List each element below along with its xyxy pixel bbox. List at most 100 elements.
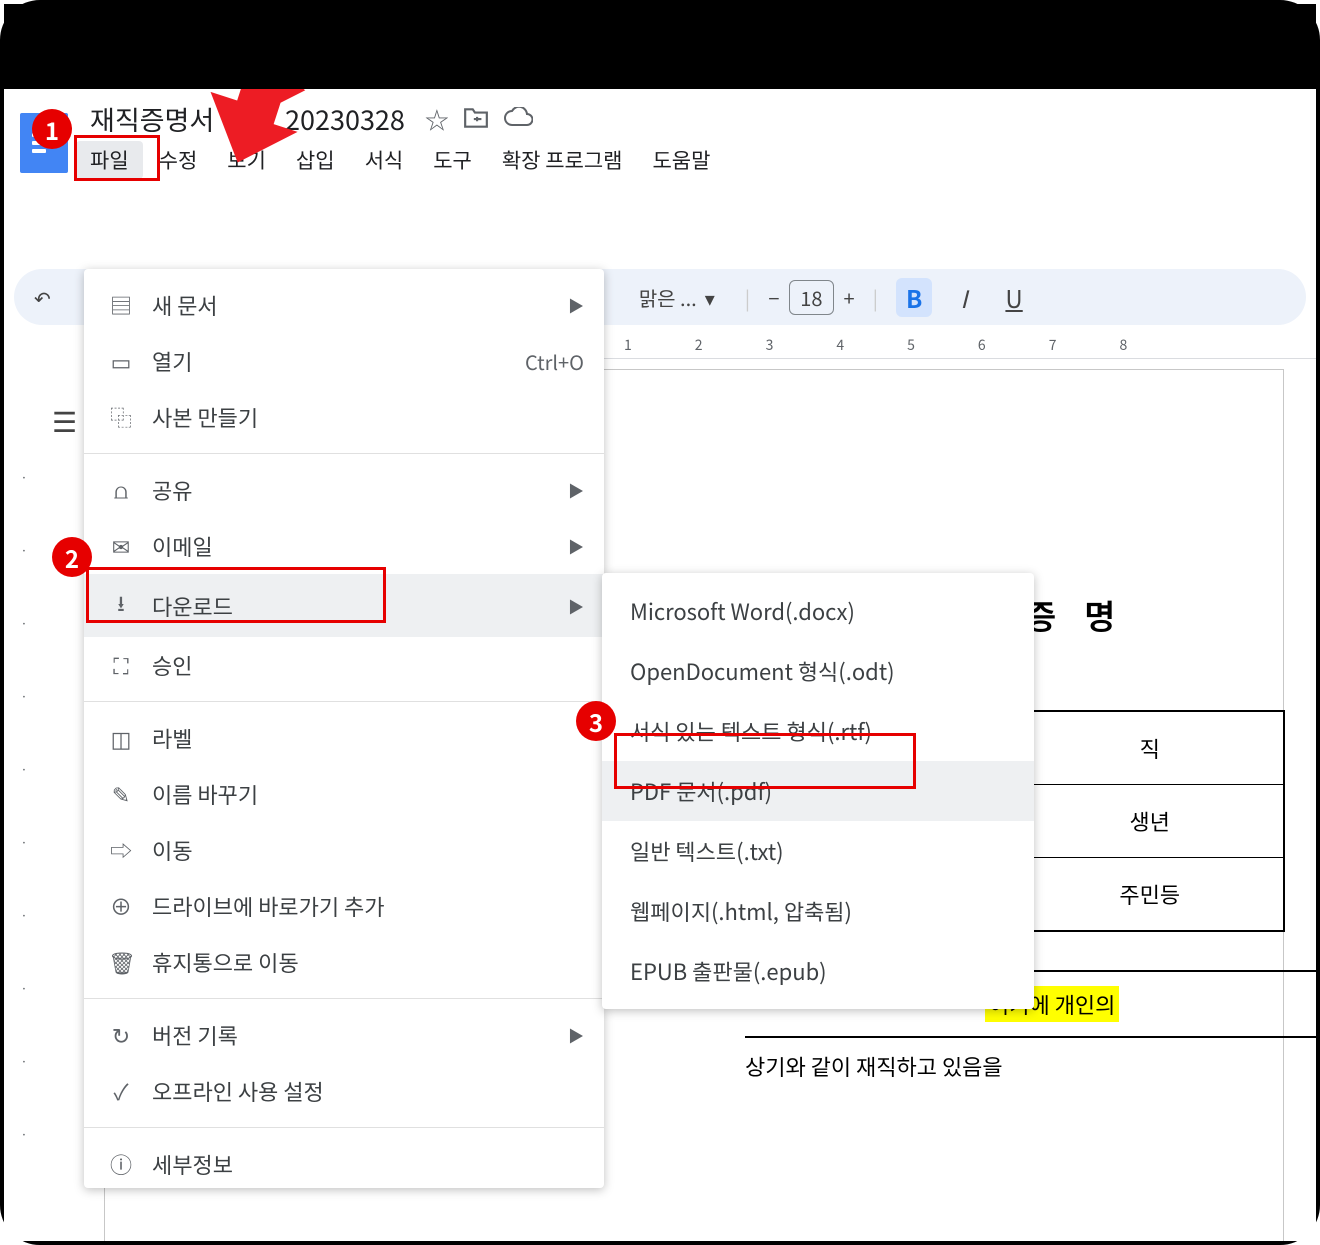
- ruler-tick: 8: [1119, 335, 1127, 355]
- ruler-tick: ·: [21, 980, 28, 997]
- menu-move[interactable]: ⇨ 이동: [84, 822, 604, 878]
- trash-icon: 🗑: [108, 946, 134, 978]
- cloud-status-icon[interactable]: [503, 101, 533, 136]
- annotation-badge-3: 3: [576, 701, 616, 741]
- ruler-tick: 4: [836, 335, 844, 355]
- ruler-tick: ·: [21, 834, 28, 851]
- menu-new-document[interactable]: ▤ 새 문서 ▶: [84, 277, 604, 333]
- font-selector[interactable]: 맑은 ... ▾: [627, 283, 727, 312]
- ruler-tick: 7: [1049, 335, 1057, 355]
- outline-toggle[interactable]: ☰: [52, 401, 77, 441]
- menu-version-history[interactable]: ↻ 버전 기록 ▶: [84, 1007, 604, 1063]
- doc-note: 상기와 같이 재직하고 있음을: [745, 1050, 1003, 1082]
- menu-label: 오프라인 사용 설정: [152, 1075, 324, 1107]
- menu-open[interactable]: ▭ 열기 Ctrl+O: [84, 333, 604, 389]
- menu-label-text: 라벨: [152, 722, 192, 754]
- menu-make-copy[interactable]: ⿻ 사본 만들기: [84, 389, 604, 445]
- ruler-tick: ·: [21, 469, 28, 486]
- chevron-right-icon: ▶: [568, 478, 584, 502]
- document-icon: ▤: [108, 289, 134, 321]
- menu-tools[interactable]: 도구: [419, 141, 486, 179]
- bold-button[interactable]: B: [896, 278, 932, 317]
- menubar: 파일 수정 보기 삽입 서식 도구 확장 프로그램 도움말: [76, 141, 724, 179]
- ruler-tick: 3: [766, 335, 774, 355]
- menu-label: 세부정보: [152, 1148, 233, 1180]
- menu-label: 승인: [152, 649, 192, 681]
- menu-format[interactable]: 서식: [351, 141, 418, 179]
- menu-label: 사본 만들기: [152, 401, 258, 433]
- underline-button[interactable]: U: [995, 278, 1032, 317]
- chevron-right-icon: ▶: [568, 1023, 584, 1047]
- menu-label[interactable]: ◫ 라벨: [84, 710, 604, 766]
- menu-label: 드라이브에 바로가기 추가: [152, 890, 385, 922]
- italic-button[interactable]: I: [950, 278, 977, 317]
- annotation-arrow: [184, 89, 324, 173]
- menu-offline[interactable]: ✓ 오프라인 사용 설정: [84, 1063, 604, 1119]
- vertical-ruler[interactable]: · · · · · · · · · ·: [14, 369, 34, 1241]
- dropdown-caret-icon: ▾: [705, 283, 715, 312]
- doc-heading: 증 명: [1025, 590, 1125, 639]
- info-icon: ⓘ: [108, 1148, 134, 1180]
- menu-extensions[interactable]: 확장 프로그램: [488, 141, 637, 179]
- menu-label: 이름 바꾸기: [152, 778, 258, 810]
- move-folder-icon[interactable]: [463, 101, 489, 136]
- file-dropdown: ▤ 새 문서 ▶ ▭ 열기 Ctrl+O ⿻ 사본 만들기 ⩍ 공유 ▶ ✉ 이…: [84, 269, 604, 1188]
- email-icon: ✉: [108, 530, 134, 562]
- undo-icon[interactable]: ↶: [34, 283, 51, 312]
- menu-help[interactable]: 도움말: [638, 141, 724, 179]
- menu-rename[interactable]: ✎ 이름 바꾸기: [84, 766, 604, 822]
- ruler-tick: ·: [21, 761, 28, 778]
- history-icon: ↻: [108, 1019, 134, 1051]
- menu-label: 공유: [152, 474, 192, 506]
- annotation-badge-1: 1: [32, 109, 72, 149]
- font-size-increase[interactable]: +: [844, 283, 855, 312]
- download-txt[interactable]: 일반 텍스트(.txt): [602, 821, 1034, 881]
- menu-label: 새 문서: [152, 289, 218, 321]
- folder-icon: ▭: [108, 345, 134, 377]
- download-rtf[interactable]: 서식 있는 텍스트 형식(.rtf): [602, 701, 1034, 761]
- download-html[interactable]: 웹페이지(.html, 압축됨): [602, 881, 1034, 941]
- ruler-tick: ·: [21, 1053, 28, 1070]
- menu-approve[interactable]: ⛶ 승인: [84, 637, 604, 693]
- approve-icon: ⛶: [108, 649, 134, 681]
- ruler-tick: 1: [624, 335, 632, 355]
- star-icon[interactable]: ☆: [425, 101, 449, 136]
- rename-icon: ✎: [108, 778, 134, 810]
- download-epub[interactable]: EPUB 출판물(.epub): [602, 941, 1034, 1001]
- ruler-tick: ·: [21, 907, 28, 924]
- download-pdf[interactable]: PDF 문서(.pdf): [602, 761, 1034, 821]
- menu-label: 열기: [152, 345, 192, 377]
- label-icon: ◫: [108, 722, 134, 754]
- menu-label: 다운로드: [152, 590, 233, 622]
- ruler-tick: 2: [695, 335, 703, 355]
- offline-icon: ✓: [108, 1075, 134, 1107]
- ruler-tick: ·: [21, 542, 28, 559]
- menu-add-shortcut[interactable]: ⊕ 드라이브에 바로가기 추가: [84, 878, 604, 934]
- menu-label: 버전 기록: [152, 1019, 238, 1051]
- menu-label: 이메일: [152, 530, 213, 562]
- menu-label: 이동: [152, 834, 192, 866]
- ruler-tick: 5: [907, 335, 915, 355]
- ruler-tick: ·: [21, 1126, 28, 1143]
- chevron-right-icon: ▶: [568, 594, 584, 618]
- menu-download[interactable]: ⭳ 다운로드 ▶: [84, 574, 604, 637]
- chevron-right-icon: ▶: [568, 534, 584, 558]
- menu-file[interactable]: 파일: [76, 141, 143, 179]
- ruler-tick: ·: [21, 688, 28, 705]
- ruler-tick: 6: [978, 335, 986, 355]
- font-size-decrease[interactable]: −: [768, 283, 779, 312]
- menu-share[interactable]: ⩍ 공유 ▶: [84, 462, 604, 518]
- horizontal-ruler[interactable]: 1 2 3 4 5 6 7 8: [604, 331, 1316, 359]
- menu-details[interactable]: ⓘ 세부정보: [84, 1136, 604, 1180]
- font-size-input[interactable]: 18: [789, 280, 833, 315]
- annotation-badge-2: 2: [52, 537, 92, 577]
- menu-email[interactable]: ✉ 이메일 ▶: [84, 518, 604, 574]
- share-icon: ⩍: [108, 474, 134, 506]
- menu-trash[interactable]: 🗑 휴지통으로 이동: [84, 934, 604, 990]
- download-odt[interactable]: OpenDocument 형식(.odt): [602, 641, 1034, 701]
- menu-label: 휴지통으로 이동: [152, 946, 299, 978]
- download-icon: ⭳: [108, 586, 134, 625]
- font-name: 맑은 ...: [639, 283, 697, 312]
- shortcut-label: Ctrl+O: [525, 347, 584, 376]
- download-docx[interactable]: Microsoft Word(.docx): [602, 581, 1034, 641]
